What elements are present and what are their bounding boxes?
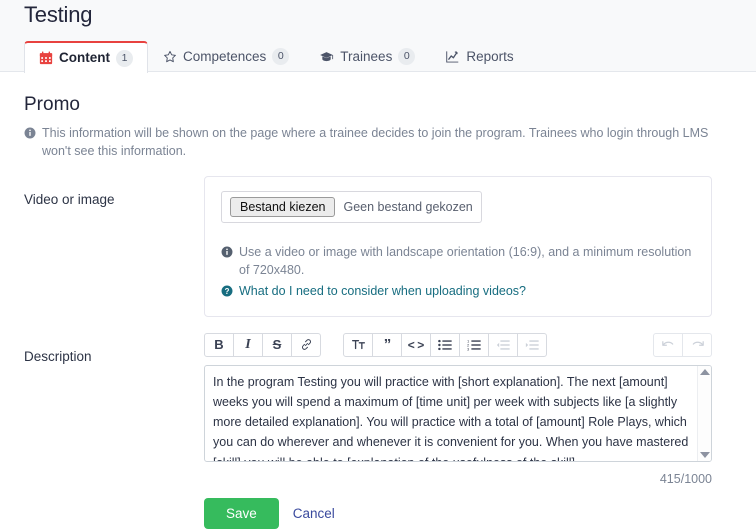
- undo-icon[interactable]: [653, 332, 683, 357]
- page-header: Testing Content 1 Competences 0 Trainees…: [0, 0, 756, 73]
- section-title: Promo: [24, 94, 80, 115]
- bold-button[interactable]: B: [204, 332, 234, 357]
- redo-icon[interactable]: [682, 332, 712, 357]
- choose-file-button[interactable]: Bestand kiezen: [230, 197, 336, 218]
- form-row-video: Video or image Bestand kiezen Geen besta…: [24, 176, 732, 317]
- toolbar-group-block: ” < > 1 2 3: [343, 332, 547, 357]
- numbered-list-icon[interactable]: 1 2 3: [459, 332, 489, 357]
- tab-content[interactable]: Content 1: [24, 41, 148, 73]
- video-help-link[interactable]: What do I need to consider when uploadin…: [239, 284, 526, 298]
- scroll-down-arrow-icon[interactable]: [699, 451, 710, 458]
- cancel-button[interactable]: Cancel: [293, 506, 335, 521]
- tab-content-badge: 1: [116, 49, 133, 67]
- svg-text:3: 3: [467, 346, 470, 351]
- description-editor: B I S ” < > 1 2 3 In the program Testing…: [204, 332, 712, 486]
- section-note-text: This information will be shown on the pa…: [42, 126, 709, 159]
- video-label: Video or image: [24, 192, 115, 208]
- video-help-row: ? What do I need to consider when upload…: [221, 284, 695, 302]
- tab-trainees-badge: 0: [398, 48, 416, 65]
- tab-reports-label: Reports: [466, 48, 514, 64]
- tab-content-label: Content: [59, 50, 110, 66]
- video-hint: Use a video or image with landscape orie…: [221, 243, 695, 279]
- chart-line-icon: [445, 50, 460, 64]
- tab-trainees[interactable]: Trainees 0: [304, 40, 430, 72]
- page-title: Testing: [24, 2, 93, 27]
- info-icon: [221, 245, 233, 279]
- editor-toolbar: B I S ” < > 1 2 3: [204, 332, 712, 357]
- character-counter: 415/1000: [659, 471, 712, 486]
- info-icon: [24, 126, 36, 160]
- graduation-cap-icon: [319, 50, 334, 64]
- question-mark-icon: ?: [221, 284, 233, 302]
- strikethrough-button[interactable]: S: [262, 332, 292, 357]
- link-icon[interactable]: [291, 332, 321, 357]
- file-status-text: Geen bestand gekozen: [343, 200, 473, 215]
- description-label: Description: [24, 348, 92, 364]
- toolbar-group-history: [653, 332, 712, 357]
- tab-bar: Content 1 Competences 0 Trainees 0 Repor…: [24, 40, 756, 73]
- video-hint-text: Use a video or image with landscape orie…: [239, 245, 692, 278]
- tab-trainees-label: Trainees: [340, 48, 393, 64]
- save-button[interactable]: Save: [204, 497, 279, 529]
- page-content: Promo This information will be shown on …: [0, 72, 756, 529]
- tab-reports[interactable]: Reports: [430, 40, 528, 72]
- textarea-scrollbar[interactable]: [697, 365, 711, 461]
- svg-text:?: ?: [225, 286, 230, 295]
- code-button[interactable]: < >: [401, 332, 431, 357]
- outdent-icon[interactable]: [488, 332, 518, 357]
- description-textarea[interactable]: In the program Testing you will practice…: [204, 364, 712, 462]
- file-input[interactable]: Bestand kiezen Geen bestand gekozen: [221, 191, 482, 224]
- description-text: In the program Testing you will practice…: [213, 374, 689, 461]
- blockquote-icon[interactable]: ”: [372, 332, 402, 357]
- italic-button[interactable]: I: [233, 332, 263, 357]
- calendar-icon: [39, 51, 53, 65]
- form-actions: Save Cancel: [204, 497, 732, 529]
- video-upload-panel: Bestand kiezen Geen bestand gekozen Use …: [204, 176, 712, 317]
- tab-competences[interactable]: Competences 0: [148, 40, 304, 72]
- toolbar-group-inline: B I S: [204, 332, 321, 357]
- bullet-list-icon[interactable]: [430, 332, 460, 357]
- star-icon: [163, 50, 177, 64]
- section-note: This information will be shown on the pa…: [24, 124, 724, 160]
- indent-icon[interactable]: [517, 332, 547, 357]
- tab-competences-badge: 0: [272, 48, 290, 65]
- heading-button[interactable]: [343, 332, 373, 357]
- form-row-description: Description B I S ” < > 1 2 3 In the pro…: [24, 332, 732, 486]
- scroll-up-arrow-icon[interactable]: [699, 368, 710, 375]
- tab-competences-label: Competences: [183, 48, 267, 64]
